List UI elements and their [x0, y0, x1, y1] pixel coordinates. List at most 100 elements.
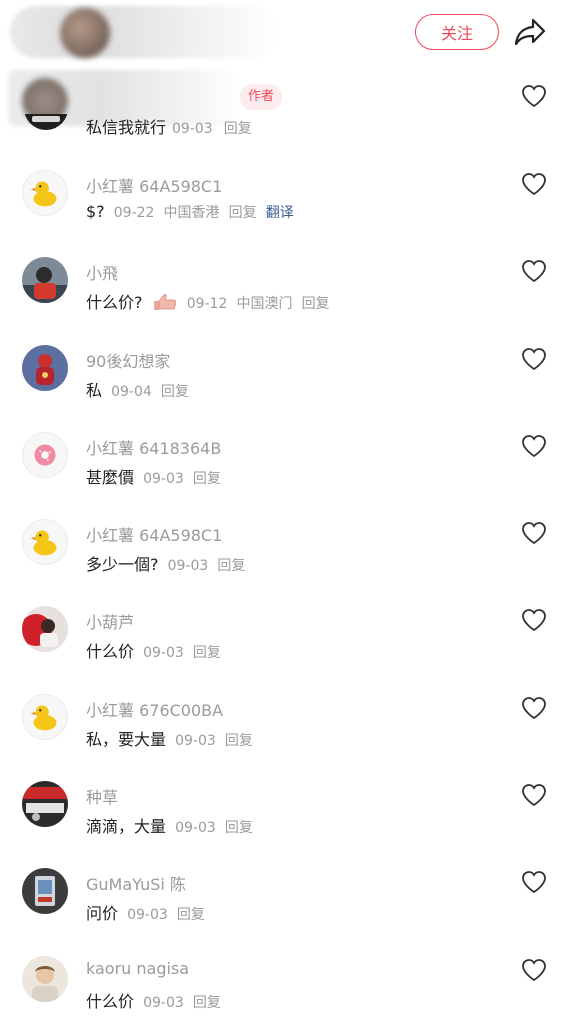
comment-text: 私，要大量 09-03 回复 [86, 726, 253, 750]
avatar[interactable] [22, 606, 68, 653]
like-icon[interactable] [521, 696, 547, 720]
avatar[interactable] [22, 519, 68, 566]
like-icon[interactable] [521, 608, 547, 632]
comment-item[interactable]: 小红薯 676C00BA 私，要大量 09-03 回复 [0, 664, 569, 751]
comment-body: 什么价 [86, 642, 135, 662]
avatar[interactable] [22, 344, 68, 391]
comment-item[interactable]: 小红薯 64A598C1 $? 09-22 中国香港 回复 翻译 [0, 140, 569, 227]
comment-item[interactable]: 90後幻想家 私 09-04 回复 [0, 315, 569, 402]
comment-item[interactable]: 小红薯 64A598C1 多少一個? 09-03 回复 [0, 489, 569, 576]
photo-shelf [22, 781, 68, 828]
reply-button[interactable]: 回复 [229, 205, 257, 221]
comment-date: 09-03 [167, 558, 209, 575]
like-icon[interactable] [521, 958, 547, 982]
avatar[interactable] [22, 431, 68, 478]
reply-button[interactable]: 回复 [302, 296, 330, 312]
comment-text: 问价 09-03 回复 [86, 900, 205, 924]
author-badge: 作者 [240, 84, 283, 110]
username[interactable]: 小红薯 676C00BA [86, 697, 223, 721]
comment-body: 私 [86, 380, 103, 400]
comment-date: 09-03 [175, 732, 216, 749]
comment-body: 滴滴，大量 [86, 817, 167, 837]
reply-button[interactable]: 回复 [177, 907, 205, 923]
thumbs-up-icon [153, 294, 176, 311]
comment-text: 甚麼價 09-03 回复 [86, 464, 221, 488]
avatar[interactable] [22, 170, 68, 216]
avatar[interactable] [22, 257, 68, 304]
comment-date: 09-22 [113, 205, 155, 221]
username[interactable]: 90後幻想家 [86, 348, 170, 372]
like-icon[interactable] [521, 434, 547, 458]
reply-button[interactable]: 回复 [225, 733, 253, 749]
duck-icon [30, 181, 57, 207]
comment-item[interactable]: 种草 滴滴，大量 09-03 回复 [0, 751, 569, 838]
comment-item[interactable]: GuMaYuSi 陈 问价 09-03 回复 [0, 838, 569, 925]
like-icon[interactable] [521, 259, 547, 283]
reply-button[interactable]: 回复 [193, 645, 221, 661]
username[interactable]: 小葫芦 [86, 609, 134, 633]
comment-text: 私 09-04 回复 [86, 377, 189, 401]
follow-button[interactable]: 关注 [415, 14, 499, 50]
comment-body: 什么价? [86, 293, 143, 313]
comment-item[interactable]: 小葫芦 什么价 09-03 回复 [0, 576, 569, 663]
photo-person [22, 257, 68, 304]
reply-button[interactable]: 回复 [225, 820, 253, 836]
like-icon[interactable] [521, 521, 547, 545]
comment-body: 私，要大量 [86, 729, 167, 749]
like-icon[interactable] [521, 783, 547, 807]
comment-body: 什么价 [86, 991, 135, 1011]
comment-date: 09-03 [172, 121, 213, 137]
comment-item[interactable]: 小红薯 6418364B 甚麼價 09-03 回复 [0, 402, 569, 489]
duck-icon [30, 530, 57, 556]
comment-date: 09-03 [127, 907, 168, 924]
translate-button[interactable]: 翻译 [266, 205, 294, 221]
avatar[interactable] [22, 693, 68, 740]
reply-button[interactable]: 回复 [193, 995, 221, 1011]
avatar[interactable] [24, 114, 68, 130]
comment-date: 09-03 [143, 994, 184, 1011]
photo-man [22, 955, 68, 1002]
username[interactable]: 小红薯 64A598C1 [86, 522, 222, 546]
username[interactable]: GuMaYuSi 陈 [86, 871, 186, 895]
comment-item[interactable]: kaoru nagisa 什么价 09-03 回复 [0, 926, 569, 1013]
comment-date: 09-03 [175, 820, 216, 837]
comment-location: 中国香港 [163, 205, 220, 221]
photo-figure [22, 344, 68, 391]
comment-item[interactable]: 小飛 什么价? 09-12 中国澳门 回复 [0, 227, 569, 314]
comment-body: 甚麼價 [86, 467, 135, 487]
comment-text: 多少一個? 09-03 回复 [86, 551, 245, 575]
duck-icon [30, 705, 57, 731]
blurred-author-info [10, 6, 280, 58]
donut-icon [34, 444, 56, 466]
comment-date: 09-12 [186, 296, 228, 313]
like-icon[interactable] [521, 870, 547, 894]
reply-button[interactable]: 回复 [193, 471, 221, 487]
comment-text: 什么价? 09-12 中国澳门 回复 [86, 289, 330, 313]
comment-date: 09-03 [143, 645, 184, 662]
comment-list: 小红薯 64A598C1 $? 09-22 中国香港 回复 翻译 小飛 什么价? [0, 140, 569, 1013]
reply-button[interactable]: 回复 [217, 558, 245, 574]
reply-button[interactable]: 回复 [161, 384, 189, 400]
share-icon[interactable] [513, 16, 547, 48]
username[interactable]: 小红薯 64A598C1 [86, 173, 222, 197]
avatar[interactable] [22, 781, 68, 828]
reply-button[interactable]: 回复 [224, 121, 252, 137]
comment-text: 什么价 09-03 回复 [86, 638, 221, 662]
username[interactable]: 种草 [86, 784, 118, 808]
comment-body: 多少一個? [86, 555, 159, 575]
username[interactable]: kaoru nagisa [86, 959, 189, 978]
comment-item-author[interactable]: 作者 私信我就行 09-03 回复 [0, 64, 569, 144]
avatar[interactable] [22, 955, 68, 1002]
top-bar: 关注 [0, 0, 569, 64]
username[interactable]: 小飛 [86, 260, 118, 284]
comment-body: $? [86, 202, 105, 221]
comment-text: $? 09-22 中国香港 回复 翻译 [86, 202, 294, 222]
like-icon[interactable] [521, 347, 547, 371]
author-avatar[interactable] [60, 8, 110, 58]
like-icon[interactable] [521, 172, 547, 196]
avatar[interactable] [22, 868, 68, 915]
comment-text: 滴滴，大量 09-03 回复 [86, 813, 253, 837]
like-icon[interactable] [521, 84, 547, 108]
comment-date: 09-03 [143, 470, 184, 487]
username[interactable]: 小红薯 6418364B [86, 435, 221, 459]
